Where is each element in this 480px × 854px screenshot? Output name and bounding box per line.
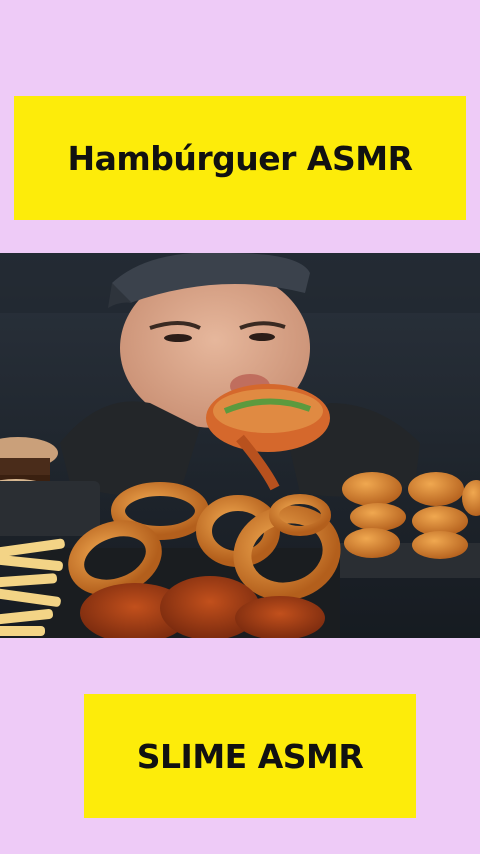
bottom-title-banner: SLIME ASMR (84, 694, 416, 818)
video-thumbnail[interactable] (0, 253, 480, 638)
mukbang-scene-illustration (0, 253, 480, 638)
bottom-title-text: SLIME ASMR (136, 736, 364, 776)
top-title-text: Hambúrguer ASMR (67, 138, 413, 178)
top-title-banner: Hambúrguer ASMR (14, 96, 466, 220)
